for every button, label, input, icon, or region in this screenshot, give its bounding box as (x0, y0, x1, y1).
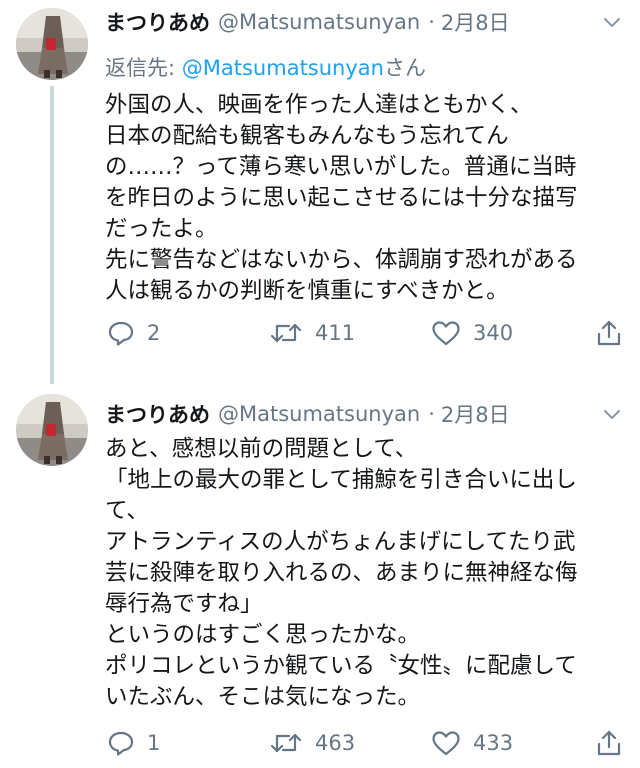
tweet-text-line: いたぶん、そこは気になった。 (105, 684, 421, 710)
tweet-text-line: 日本の配給も観客もみんなもう忘れてん (105, 123, 509, 149)
retweet-button[interactable]: 411 (269, 316, 355, 350)
reply-icon (108, 731, 134, 756)
tweet-text-line: て、 (105, 498, 149, 524)
tweet-text-line: を昨日のように思い起こさせるには十分な描写 (105, 185, 578, 211)
retweet-icon (270, 733, 302, 753)
tweet-text-line: ポリコレというか観ている〝女性〟に配慮して (105, 653, 577, 679)
tweet-text-line: 先に警告などはないから、体調崩す恐れがある (105, 247, 578, 273)
tweet-header: まつりあめ @Matsumatsunyan · 2月8日 (105, 4, 510, 40)
reply-count: 2 (147, 321, 161, 345)
tweet-text: 外国の人、映画を作った人達はともかく、 日本の配給も観客もみんなもう忘れてん の… (105, 90, 625, 307)
tweet-text-line: 芸に殺陣を取り入れるの、あまりに無神経な侮 (105, 560, 578, 586)
display-name[interactable]: まつりあめ (105, 7, 210, 37)
tweet-text-line: 人は観るかの判断を慎重にすべきかと。 (105, 278, 509, 304)
reply-to-line: 返信先: @Matsumatsunyanさん (105, 52, 426, 82)
heart-icon (432, 731, 460, 756)
retweet-button[interactable]: 463 (269, 726, 355, 760)
retweet-icon (270, 323, 302, 343)
chevron-down-icon[interactable] (602, 404, 622, 424)
tweet[interactable]: まつりあめ @Matsumatsunyan · 2月8日 返信先: @Matsu… (0, 0, 640, 384)
thread-line (50, 86, 54, 384)
like-count: 433 (473, 731, 514, 755)
reply-count: 1 (147, 731, 161, 755)
tweet-actions: 1 463 433 (105, 726, 625, 760)
retweet-count: 411 (315, 321, 356, 345)
reply-button[interactable]: 2 (107, 316, 160, 350)
avatar[interactable] (16, 8, 88, 80)
display-name[interactable]: まつりあめ (105, 399, 210, 429)
share-button[interactable] (595, 316, 623, 350)
tweet-text-line: あと、感想以前の問題として、 (105, 436, 418, 462)
share-icon (597, 320, 621, 346)
retweet-count: 463 (315, 731, 356, 755)
tweet-text-line: の……？って薄ら寒い思いがした。普通に当時 (105, 154, 577, 180)
like-count: 340 (473, 321, 514, 345)
separator-dot: · (428, 402, 435, 426)
user-handle[interactable]: @Matsumatsunyan (218, 10, 420, 34)
like-button[interactable]: 433 (431, 726, 513, 760)
avatar[interactable] (16, 394, 88, 466)
share-button[interactable] (595, 726, 623, 760)
tweet-text-line: 辱行為ですね」 (105, 591, 263, 617)
tweet-actions: 2 411 340 (105, 316, 625, 350)
reply-to-mention[interactable]: @Matsumatsunyan (182, 56, 384, 80)
tweet-date[interactable]: 2月8日 (441, 7, 510, 37)
tweet[interactable]: まつりあめ @Matsumatsunyan · 2月8日 あと、感想以前の問題と… (0, 384, 640, 768)
chevron-down-icon[interactable] (602, 12, 622, 32)
tweet-date[interactable]: 2月8日 (441, 399, 510, 429)
reply-to-label: 返信先: (105, 56, 182, 80)
separator-dot: · (428, 10, 435, 34)
tweet-text: あと、感想以前の問題として、 「地上の最大の罪として捕鯨を引き合いに出し て、 … (105, 434, 625, 713)
tweet-text-line: アトランティスの人がちょんまげにしてたり武 (105, 529, 576, 555)
tweet-text-line: だったよ。 (105, 216, 218, 242)
like-button[interactable]: 340 (431, 316, 513, 350)
tweet-header: まつりあめ @Matsumatsunyan · 2月8日 (105, 396, 510, 432)
tweet-text-line: 「地上の最大の罪として捕鯨を引き合いに出し (105, 467, 577, 493)
user-handle[interactable]: @Matsumatsunyan (218, 402, 420, 426)
share-icon (597, 730, 621, 756)
reply-to-suffix: さん (383, 56, 426, 80)
reply-icon (108, 321, 134, 346)
tweet-text-line: というのはすごく思ったかな。 (105, 622, 421, 648)
heart-icon (432, 321, 460, 346)
reply-button[interactable]: 1 (107, 726, 160, 760)
tweet-text-line: 外国の人、映画を作った人達はともかく、 (105, 92, 533, 118)
